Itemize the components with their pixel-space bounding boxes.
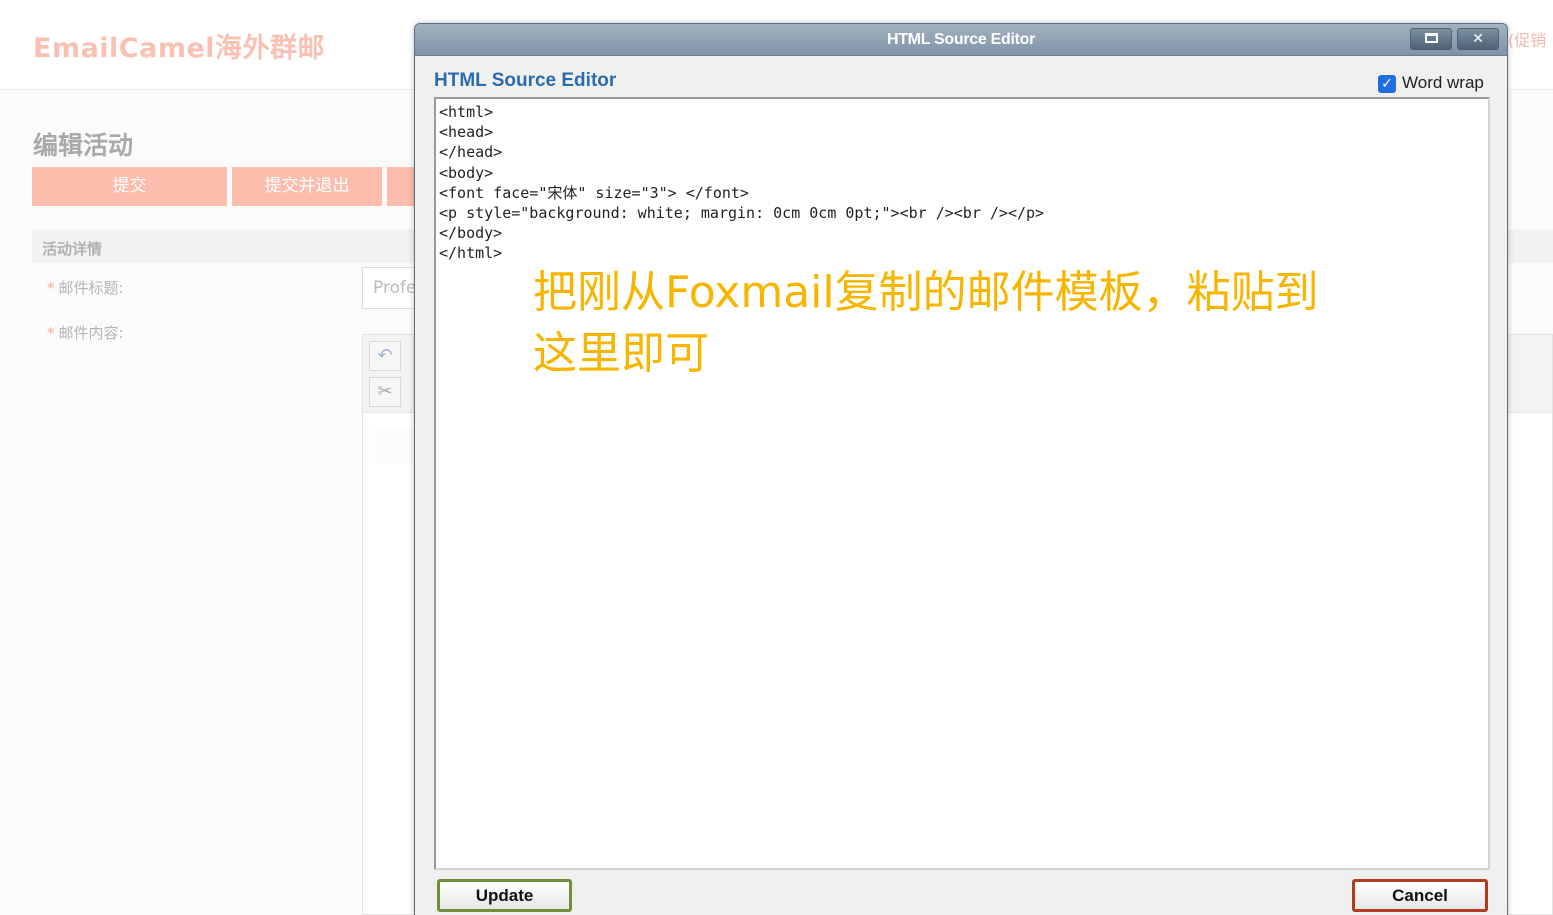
required-mark: *: [47, 324, 55, 342]
source-line: <body>: [439, 163, 494, 182]
update-button[interactable]: Update: [437, 879, 572, 912]
source-line: <font face="宋体" size="3"> </font>: [439, 183, 749, 202]
required-mark: *: [47, 279, 55, 297]
source-line: </body>: [439, 224, 503, 243]
submit-and-exit-button[interactable]: 提交并退出: [232, 167, 382, 206]
dialog-titlebar[interactable]: HTML Source Editor ✕: [415, 24, 1507, 56]
page-title: 编辑活动: [33, 131, 134, 160]
subject-label-text: 邮件标题:: [58, 279, 124, 297]
subject-label: * 邮件标题:: [47, 277, 124, 298]
cut-icon[interactable]: ✂: [369, 377, 401, 407]
word-wrap-label[interactable]: Word wrap: [1402, 73, 1484, 93]
content-label: * 邮件内容:: [47, 322, 124, 343]
extra-action-button[interactable]: [387, 167, 417, 206]
subject-input[interactable]: Profe: [362, 267, 422, 309]
source-line: </html>: [439, 244, 503, 263]
submit-button[interactable]: 提交: [32, 167, 227, 206]
content-label-text: 邮件内容:: [58, 324, 124, 342]
word-wrap-checkbox[interactable]: ✓: [1378, 75, 1396, 93]
source-line: </head>: [439, 143, 503, 162]
close-icon[interactable]: ✕: [1457, 28, 1499, 50]
brand-logo[interactable]: EmailCamel海外群邮: [33, 26, 325, 65]
source-line: <html>: [439, 103, 494, 121]
dialog-title: HTML Source Editor: [886, 31, 1036, 48]
html-source-textarea[interactable]: <html> <head> </head> <body> <font face=…: [434, 97, 1490, 870]
html-source-editor-dialog: HTML Source Editor ✕ HTML Source Editor …: [414, 23, 1508, 915]
cancel-button[interactable]: Cancel: [1352, 879, 1488, 912]
source-line: <p style="background: white; margin: 0cm…: [439, 204, 1045, 223]
section-title: 活动详情: [42, 240, 103, 258]
maximize-icon[interactable]: [1410, 28, 1452, 50]
editor-body[interactable]: [375, 427, 415, 463]
dialog-heading: HTML Source Editor: [434, 70, 617, 91]
top-right-link[interactable]: (促销: [1508, 27, 1553, 51]
instruction-annotation: 把刚从Foxmail复制的邮件模板，粘贴到这里即可: [533, 267, 1319, 379]
undo-icon[interactable]: ↶: [369, 341, 401, 371]
source-line: <head>: [439, 123, 494, 142]
